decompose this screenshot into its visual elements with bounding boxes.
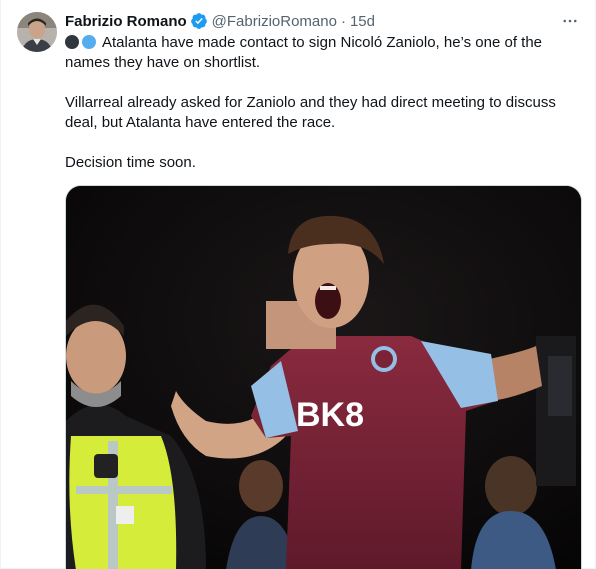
header-separator: · [340, 12, 346, 30]
author-handle[interactable]: @FabrizioRomano [212, 13, 337, 30]
tweet-text: Atalanta have made contact to sign Nicol… [65, 33, 581, 173]
tweet-paragraph: Villarreal already asked for Zaniolo and… [65, 94, 556, 131]
blue-circle-icon [82, 35, 96, 49]
more-options-icon[interactable] [559, 10, 581, 32]
tweet-paragraph: Decision time soon. [65, 154, 196, 171]
tweet-header: Fabrizio Romano @FabrizioRomano · 15d [65, 11, 375, 31]
shirt-sponsor-text: BK8 [296, 396, 364, 434]
verified-badge-icon [190, 12, 208, 30]
photo-illustration: BK8 [66, 186, 581, 569]
avatar[interactable] [17, 12, 57, 52]
tweet-card[interactable]: Fabrizio Romano @FabrizioRomano · 15d At… [0, 0, 596, 569]
tweet-photo[interactable]: BK8 [65, 185, 582, 569]
author-name[interactable]: Fabrizio Romano [65, 13, 187, 30]
tweet-timestamp[interactable]: 15d [350, 13, 375, 30]
tweet-paragraph: Atalanta have made contact to sign Nicol… [65, 34, 543, 71]
black-circle-icon [65, 35, 79, 49]
